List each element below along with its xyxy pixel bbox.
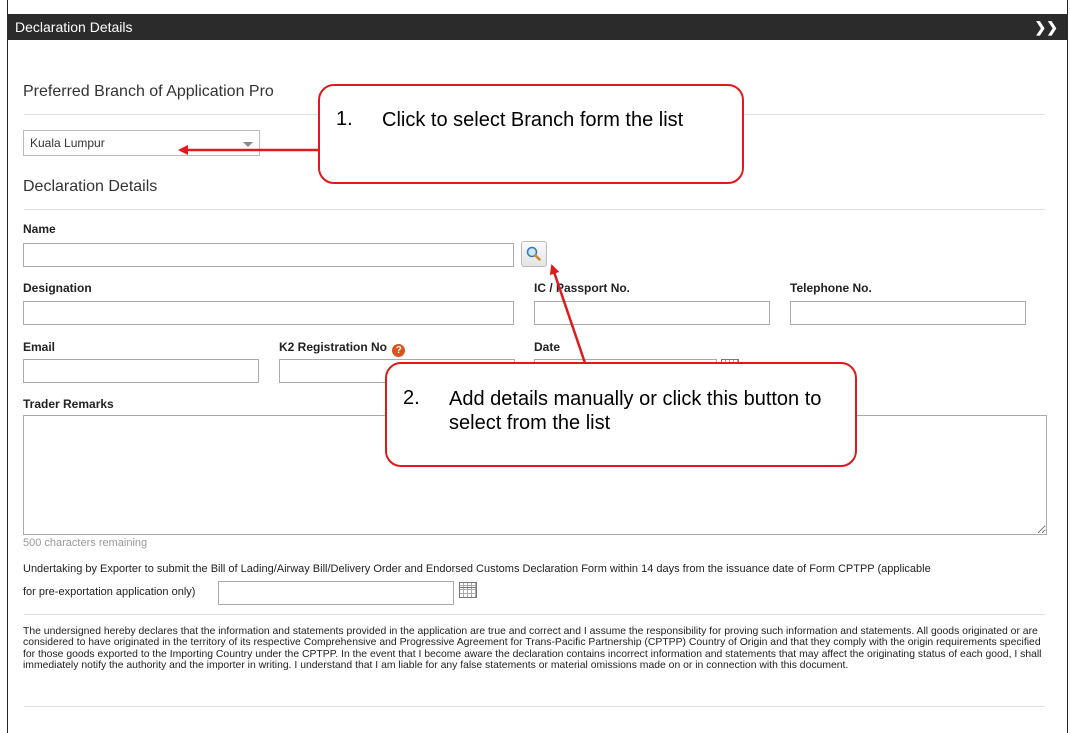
callout-1-number: 1. <box>336 108 353 130</box>
callout-2-text: Add details manually or click this butto… <box>449 388 822 434</box>
arrow-to-lookup-button <box>549 264 587 364</box>
callout-2-number: 2. <box>403 387 420 409</box>
callout-1-text: Click to select Branch form the list <box>382 109 684 131</box>
callout-1: 1. Click to select Branch form the list <box>318 84 744 184</box>
callout-2: 2. Add details manually or click this bu… <box>385 362 857 467</box>
